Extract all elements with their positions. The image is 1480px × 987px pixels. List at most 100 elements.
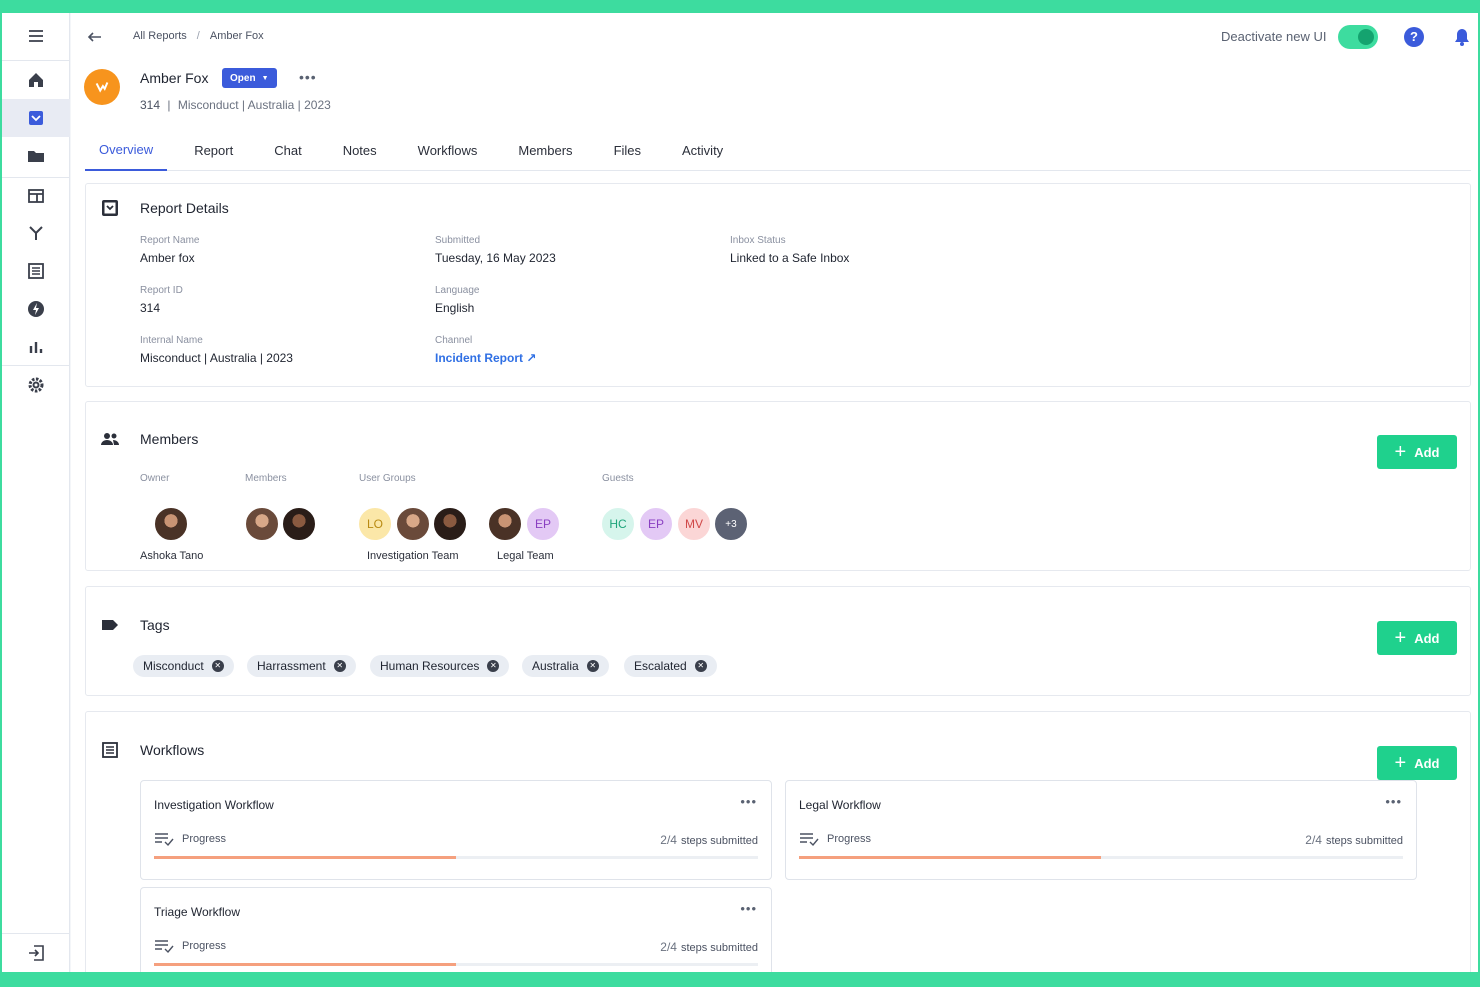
breadcrumb-all-reports[interactable]: All Reports	[133, 30, 187, 42]
tab-chat[interactable]: Chat	[260, 129, 315, 171]
progress-bar	[154, 856, 758, 859]
more-options-icon[interactable]: •••	[740, 901, 757, 916]
tab-overview[interactable]: Overview	[85, 129, 168, 171]
channel-link[interactable]: Incident Report ↗	[435, 351, 536, 365]
language-value: English	[435, 301, 475, 315]
notification-bell-icon[interactable]	[1452, 27, 1472, 47]
organization-logo	[84, 69, 120, 105]
remove-tag-icon[interactable]: ✕	[487, 660, 500, 672]
tag-chip: Harrassment ✕	[247, 655, 356, 677]
remove-tag-icon[interactable]: ✕	[211, 660, 224, 672]
steps-fraction: 2/4	[660, 940, 677, 954]
tags-title: Tags	[140, 617, 170, 633]
more-options-icon[interactable]: •••	[740, 794, 757, 809]
owner-name: Ashoka Tano	[140, 550, 204, 562]
report-details-title: Report Details	[140, 200, 229, 216]
steps-submitted: 2/4 steps submitted	[660, 940, 758, 954]
status-dropdown[interactable]: Open ▼	[222, 68, 277, 88]
remove-tag-icon[interactable]: ✕	[694, 660, 707, 672]
internal-name-value: Misconduct | Australia | 2023	[140, 351, 293, 365]
inbox-status-value: Linked to a Safe Inbox	[730, 251, 850, 265]
report-id-label: Report ID	[140, 285, 183, 296]
avatar-member-1[interactable]	[244, 506, 280, 542]
avatar-lo[interactable]: LO	[357, 506, 393, 542]
workflow-card[interactable]: Investigation Workflow ••• Progress 2/4 s…	[140, 780, 772, 880]
tab-members[interactable]: Members	[504, 129, 586, 171]
submitted-value: Tuesday, 16 May 2023	[435, 251, 556, 265]
analytics-icon[interactable]	[2, 328, 70, 366]
plus-icon: +	[1394, 627, 1407, 649]
avatar-member-2[interactable]	[281, 506, 317, 542]
tag-label: Escalated	[634, 659, 687, 673]
avatar-owner[interactable]	[153, 506, 189, 542]
progress-fill	[154, 963, 456, 966]
avatar-ep[interactable]: EP	[525, 506, 561, 542]
list-icon[interactable]	[2, 252, 70, 290]
add-workflow-button[interactable]: + Add	[1377, 746, 1457, 780]
app-window: All Reports / Amber Fox Deactivate new U…	[2, 13, 1478, 972]
more-options-icon[interactable]: •••	[1385, 794, 1402, 809]
tag-chip: Human Resources ✕	[370, 655, 510, 677]
avatar-mv[interactable]: MV	[676, 506, 712, 542]
more-options-icon[interactable]: •••	[299, 69, 317, 85]
deactivate-ui-toggle[interactable]	[1338, 25, 1378, 49]
folder-icon[interactable]	[2, 137, 70, 175]
tag-label: Harrassment	[257, 659, 326, 673]
add-member-button[interactable]: + Add	[1377, 435, 1457, 469]
steps-submitted: 2/4 steps submitted	[1305, 833, 1403, 847]
home-icon[interactable]	[2, 61, 70, 99]
owner-label: Owner	[140, 473, 170, 484]
workflow-title: Investigation Workflow	[154, 798, 274, 812]
tab-files[interactable]: Files	[600, 129, 655, 171]
help-icon[interactable]: ?	[1404, 27, 1424, 47]
tab-activity[interactable]: Activity	[668, 129, 737, 171]
progress-bar	[154, 963, 758, 966]
progress-fill	[154, 856, 456, 859]
tag-icon	[100, 615, 120, 635]
progress-checklist-icon	[800, 833, 819, 847]
menu-icon[interactable]	[2, 17, 70, 55]
tab-report[interactable]: Report	[180, 129, 247, 171]
avatar-group-member-1[interactable]	[395, 506, 431, 542]
tab-notes[interactable]: Notes	[329, 129, 391, 171]
logout-icon[interactable]	[2, 934, 70, 972]
tab-workflows[interactable]: Workflows	[404, 129, 492, 171]
avatar-group-member-2[interactable]	[432, 506, 468, 542]
members-card: Members + Add Owner Ashoka Tano Members …	[85, 401, 1471, 571]
channel-label: Channel	[435, 335, 473, 346]
progress-checklist-icon	[155, 940, 174, 954]
bolt-icon[interactable]	[2, 290, 70, 328]
steps-submitted: 2/4 steps submitted	[660, 833, 758, 847]
back-arrow-icon[interactable]	[85, 27, 105, 47]
topbar: All Reports / Amber Fox Deactivate new U…	[71, 13, 1478, 59]
workflows-card: Workflows + Add Investigation Workflow •…	[85, 711, 1471, 972]
steps-text: steps submitted	[1325, 835, 1403, 847]
add-tag-label: Add	[1414, 630, 1440, 646]
inbox-icon[interactable]	[2, 99, 70, 137]
avatar-more-count[interactable]: +3	[713, 506, 749, 542]
progress-fill	[799, 856, 1101, 859]
breadcrumb: All Reports / Amber Fox	[133, 30, 264, 42]
chevron-down-icon: ▼	[261, 74, 269, 82]
report-inbox-icon	[100, 198, 120, 218]
settings-gear-icon[interactable]	[2, 366, 70, 404]
avatar-ep-guest[interactable]: EP	[638, 506, 674, 542]
workflow-card[interactable]: Legal Workflow ••• Progress 2/4 steps sub…	[785, 780, 1417, 880]
remove-tag-icon[interactable]: ✕	[333, 660, 346, 672]
add-tag-button[interactable]: + Add	[1377, 621, 1457, 655]
dashboard-icon[interactable]	[2, 177, 70, 215]
report-subtitle: 314 | Misconduct | Australia | 2023	[140, 98, 331, 112]
progress-label: Progress	[182, 833, 227, 845]
people-icon	[100, 429, 120, 449]
breadcrumb-current: Amber Fox	[209, 30, 264, 42]
avatar-legal-member[interactable]	[487, 506, 523, 542]
workflow-branch-icon[interactable]	[2, 214, 70, 252]
inbox-status-label: Inbox Status	[730, 235, 786, 246]
remove-tag-icon[interactable]: ✕	[586, 660, 599, 672]
avatar-hc[interactable]: HC	[600, 506, 636, 542]
workflow-card[interactable]: Triage Workflow ••• Progress 2/4 steps su…	[140, 887, 772, 972]
steps-fraction: 2/4	[660, 833, 677, 847]
user-groups-label: User Groups	[359, 473, 416, 484]
plus-icon: +	[1394, 441, 1407, 463]
tag-chip: Australia ✕	[522, 655, 609, 677]
